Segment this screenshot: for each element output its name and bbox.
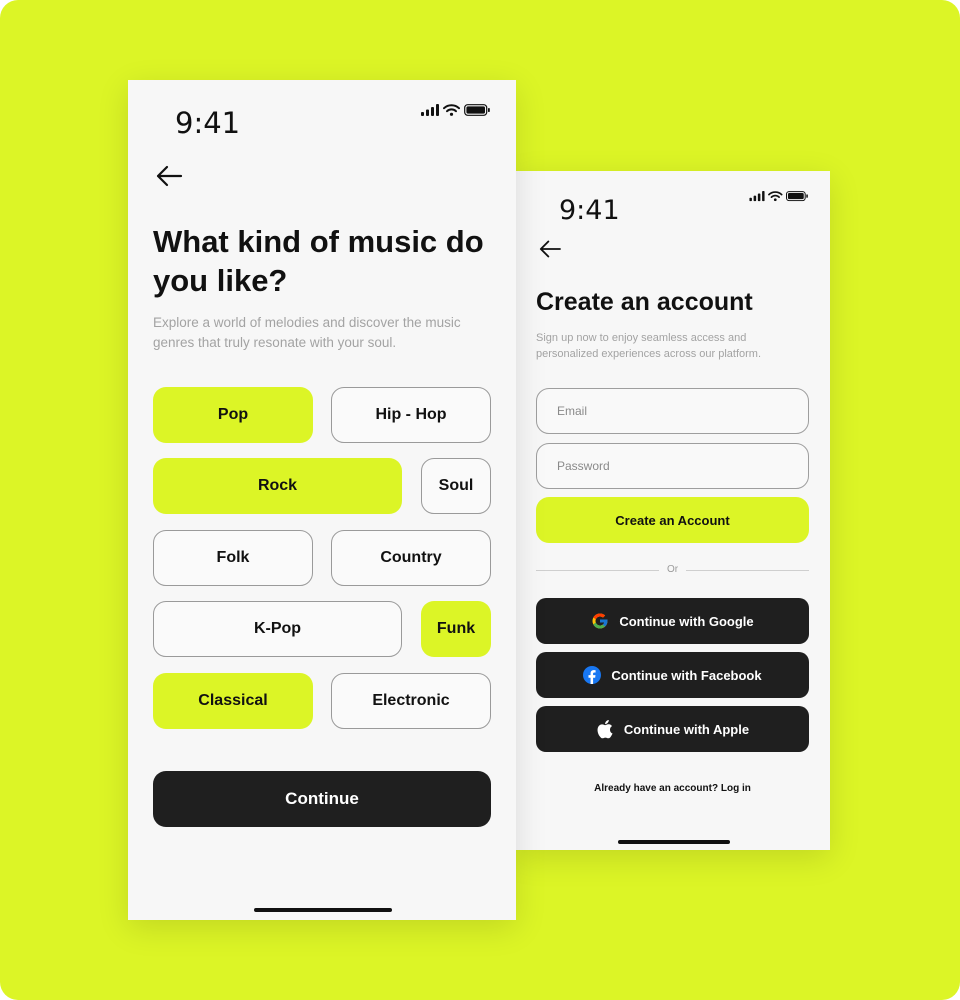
create-account-button[interactable]: Create an Account [536,497,809,543]
genre-chip-soul[interactable]: Soul [421,458,491,514]
continue-button[interactable]: Continue [153,771,491,827]
page-subtitle: Sign up now to enjoy seamless access and… [536,332,762,360]
google-button[interactable]: Continue with Google [536,598,809,644]
back-arrow-icon[interactable] [155,164,183,188]
facebook-button-label: Continue with Facebook [611,667,762,683]
facebook-button[interactable]: Continue with Facebook [536,652,809,698]
google-icon [591,612,609,630]
genre-chip-rock[interactable]: Rock [153,458,402,514]
facebook-icon [583,666,602,684]
signal-icon [421,104,439,116]
genre-chip-funk[interactable]: Funk [421,601,491,657]
genre-chip-pop[interactable]: Pop [153,387,313,443]
genre-chip-country[interactable]: Country [331,530,491,586]
genre-chip-electronic[interactable]: Electronic [331,673,491,729]
password-field[interactable]: Password [536,443,809,489]
genre-chip-k-pop[interactable]: K-Pop [153,601,402,657]
login-prompt: Already have an account? Log in [536,783,809,794]
status-icons [421,104,490,116]
page-title: Create an account [536,288,753,316]
email-field[interactable]: Email [536,388,809,434]
genre-chip-classical[interactable]: Classical [153,673,313,729]
page-subtitle: Explore a world of melodies and discover… [153,315,461,350]
status-time: 9:41 [175,106,241,140]
genre-chip-hip-hop[interactable]: Hip - Hop [331,387,491,443]
signup-screen: 9:41 Create an account Sign up now to en… [516,171,830,850]
apple-button[interactable]: Continue with Apple [536,706,809,752]
home-indicator [254,908,392,912]
signal-icon [749,191,765,202]
status-time: 9:41 [559,195,620,226]
login-prompt-text: Already have an account? [594,783,721,794]
apple-button-label: Continue with Apple [623,721,750,737]
wifi-icon [443,104,460,116]
background-canvas: 9:41 What kind of music do you like? Exp… [0,0,960,1000]
genre-screen: 9:41 What kind of music do you like? Exp… [128,80,516,920]
home-indicator [618,840,730,844]
divider-right [686,570,809,571]
status-icons [749,191,808,202]
genre-chip-folk[interactable]: Folk [153,530,313,586]
back-arrow-icon[interactable] [538,239,562,259]
wifi-icon [768,191,783,202]
login-link[interactable]: Log in [721,783,751,794]
battery-icon [785,191,808,202]
google-button-label: Continue with Google [619,613,754,629]
battery-icon [464,104,490,116]
page-title: What kind of music do you like? [153,224,484,298]
apple-icon [596,720,614,739]
